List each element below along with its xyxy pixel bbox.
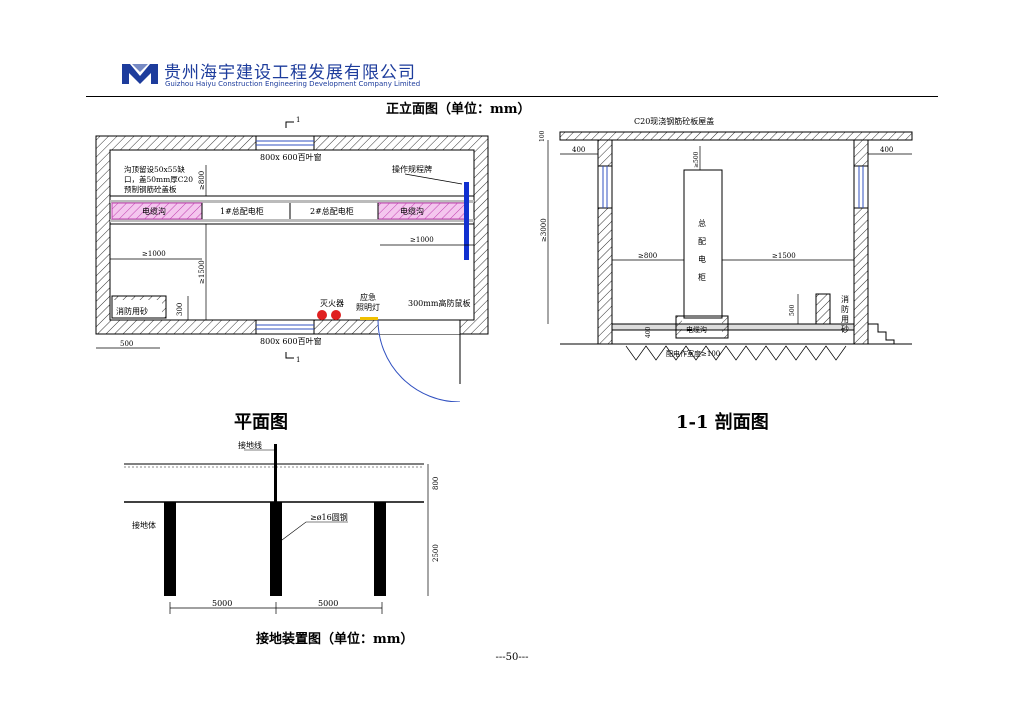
plan-dim-1500: ≥1500 — [198, 260, 206, 284]
section-dim-400-right: 400 — [880, 146, 893, 154]
fire-sand-char-2: 防 — [841, 304, 849, 314]
plan-dim-800: ≥800 — [198, 171, 206, 190]
trench-note-line-1: 沟顶留设50x55缺 — [124, 164, 185, 174]
rat-board-label: 300mm高防鼠板 — [408, 298, 470, 308]
operation-sign: 操作规程牌 — [392, 164, 432, 174]
fire-sand-char-3: 用 — [841, 315, 849, 324]
section-dim-800: ≥800 — [638, 252, 657, 260]
section-dim-500-side: 500 — [789, 304, 796, 316]
rebar-label: ≥ø16圆钢 — [310, 512, 348, 522]
floor-label: 配电作室度≥100 — [666, 349, 720, 358]
fire-sand-label: 消防用砂 — [116, 306, 148, 316]
section-drawing: C20现浇钢筋砼板屋盖 400 400 100 ≥3000 ≥500 总 配 电… — [539, 116, 913, 361]
cabinet-1: 1#总配电柜 — [220, 206, 264, 216]
plan-dim-300: 300 — [176, 303, 184, 316]
section-dim-100: 100 — [539, 130, 546, 142]
trench-dim: 400 — [645, 326, 652, 338]
cabinet-char-3: 电 — [698, 254, 706, 264]
ground-dim-5000-a: 5000 — [212, 599, 232, 608]
cabinet-char-1: 总 — [698, 218, 706, 228]
section-dim-500-top: ≥500 — [693, 151, 700, 168]
cabinet-2: 2#总配电柜 — [310, 206, 354, 216]
section-mark-bottom: 1 — [296, 356, 300, 364]
section-dim-3000: ≥3000 — [540, 218, 548, 242]
section-title: 1-1 剖面图 — [676, 412, 769, 433]
grounding-title: 接地装置图（单位：mm） — [256, 632, 414, 647]
section-mark-top: 1 — [296, 116, 300, 124]
cable-trench-right: 电缆沟 — [400, 206, 424, 216]
plan-window-label-top: 800x 600百叶窗 — [260, 152, 322, 162]
company-logo — [122, 64, 158, 84]
cabinet-char-4: 柜 — [698, 272, 706, 282]
header-divider — [86, 96, 938, 97]
ground-dim-2500: 2500 — [432, 544, 440, 562]
ground-dim-800: 800 — [432, 477, 440, 490]
ground-dim-5000-b: 5000 — [318, 599, 338, 608]
page-number: ---50--- — [495, 652, 529, 663]
emergency-light-line-2: 照明灯 — [356, 302, 380, 312]
emergency-light-line-1: 应急 — [360, 292, 376, 302]
grounding-drawing: 接地线 接地体 ≥ø16圆钢 800 2500 5000 5000 — [124, 440, 440, 614]
roof-label: C20现浇钢筋砼板屋盖 — [634, 116, 714, 126]
plan-window-label-bottom: 800x 600百叶窗 — [260, 336, 322, 346]
plan-dim-1000-right: ≥1000 — [410, 236, 434, 244]
cable-trench-left: 电缆沟 — [142, 206, 166, 216]
section-dim-400-left: 400 — [572, 146, 585, 154]
plan-dim-500: 500 — [120, 340, 133, 348]
trench-note-line-3: 预制钢筋砼盖板 — [124, 184, 177, 194]
ground-wire-label: 接地线 — [238, 440, 262, 450]
section-dim-1500: ≥1500 — [772, 252, 796, 260]
company-name-en: Guizhou Haiyu Construction Engineering D… — [165, 80, 421, 88]
cabinet-char-2: 配 — [698, 237, 706, 246]
trench-label: 电缆沟 — [686, 325, 707, 334]
plan-dim-1000-left: ≥1000 — [142, 250, 166, 258]
plan-title: 平面图 — [234, 412, 288, 433]
trench-note-line-2: 口，盖50mm厚C20 — [124, 174, 193, 184]
plan-drawing: 800x 600百叶窗 800x 600百叶窗 1 1 沟顶留设50x55缺 口… — [95, 116, 489, 402]
extinguisher-label: 灭火器 — [320, 299, 344, 308]
fire-sand-char-4: 砂 — [841, 324, 849, 334]
ground-body-label: 接地体 — [132, 520, 156, 530]
fire-sand-char-1: 消 — [841, 294, 849, 304]
